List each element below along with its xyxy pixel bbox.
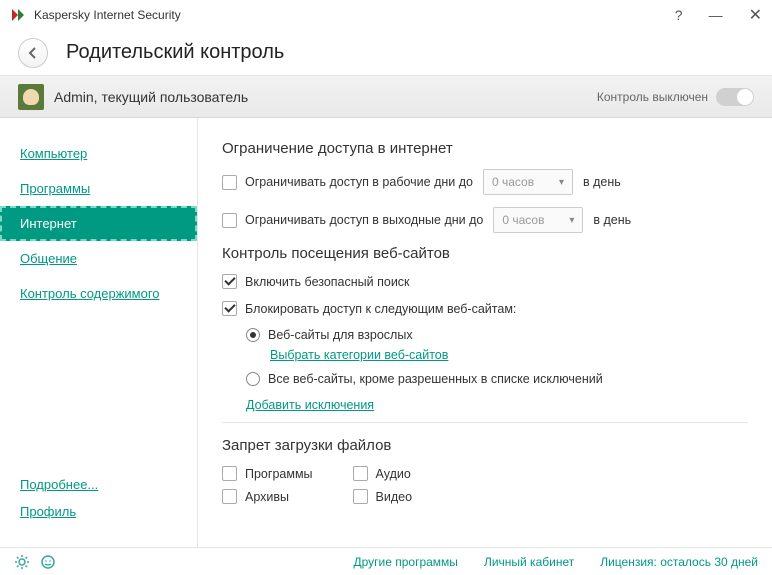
filetype-archives-label: Архивы <box>245 490 289 504</box>
checkbox-icon <box>222 466 237 481</box>
divider <box>222 422 748 423</box>
control-toggle[interactable] <box>716 88 754 106</box>
sidebar-item-programs[interactable]: Программы <box>0 171 197 206</box>
filetype-video-label: Видео <box>376 490 413 504</box>
filetype-programs-label: Программы <box>245 467 313 481</box>
section-title-file-block: Запрет загрузки файлов <box>222 437 748 454</box>
limit-weekend-label: Ограничивать доступ в выходные дни до <box>245 213 483 227</box>
workdays-hours-dropdown[interactable]: 0 часов ▾ <box>483 169 573 195</box>
sidebar: Компьютер Программы Интернет Общение Кон… <box>0 118 198 547</box>
section-title-web-control: Контроль посещения веб-сайтов <box>222 245 748 262</box>
adult-sites-radio[interactable]: Веб-сайты для взрослых <box>246 328 413 342</box>
user-bar: Admin, текущий пользователь Контроль вык… <box>0 76 772 118</box>
bottom-bar: Другие программы Личный кабинет Лицензия… <box>0 547 772 575</box>
chevron-down-icon: ▾ <box>559 177 564 188</box>
titlebar: Kaspersky Internet Security ? — ✕ <box>0 0 772 30</box>
sidebar-item-computer[interactable]: Компьютер <box>0 136 197 171</box>
filetype-audio-checkbox[interactable]: Аудио <box>353 466 411 481</box>
safe-search-label: Включить безопасный поиск <box>245 275 410 289</box>
page-header: Родительский контроль <box>0 30 772 76</box>
chevron-down-icon: ▾ <box>569 215 574 226</box>
filetype-archives-checkbox[interactable]: Архивы <box>222 489 289 504</box>
filetype-audio-label: Аудио <box>376 467 411 481</box>
radio-checked-icon <box>246 328 260 342</box>
support-icon[interactable] <box>40 554 56 570</box>
all-except-label: Все веб-сайты, кроме разрешенных в списк… <box>268 372 603 386</box>
block-access-label: Блокировать доступ к следующим веб-сайта… <box>245 302 516 316</box>
sidebar-more-link[interactable]: Подробнее... <box>0 467 197 502</box>
dropdown-value: 0 часов <box>502 213 544 227</box>
weekend-hours-dropdown[interactable]: 0 часов ▾ <box>493 207 583 233</box>
help-icon[interactable]: ? <box>675 7 683 23</box>
checkbox-icon <box>222 213 237 228</box>
section-title-internet-limit: Ограничение доступа в интернет <box>222 140 748 157</box>
minimize-icon[interactable]: — <box>709 7 723 23</box>
checkbox-icon <box>353 489 368 504</box>
block-access-checkbox[interactable]: Блокировать доступ к следующим веб-сайта… <box>222 301 516 316</box>
content-panel: Ограничение доступа в интернет Ограничив… <box>198 118 772 547</box>
close-icon[interactable]: ✕ <box>749 5 762 25</box>
per-day-label: в день <box>593 213 631 227</box>
window-controls: ? — ✕ <box>675 5 762 25</box>
checkbox-icon <box>222 175 237 190</box>
filetype-video-checkbox[interactable]: Видео <box>353 489 413 504</box>
limit-workdays-checkbox[interactable]: Ограничивать доступ в рабочие дни до <box>222 175 473 190</box>
add-exceptions-link[interactable]: Добавить исключения <box>246 398 374 412</box>
kaspersky-icon <box>10 7 26 23</box>
back-button[interactable] <box>18 38 48 68</box>
other-programs-link[interactable]: Другие программы <box>353 555 457 569</box>
radio-icon <box>246 372 260 386</box>
per-day-label: в день <box>583 175 621 189</box>
adult-sites-label: Веб-сайты для взрослых <box>268 328 413 342</box>
choose-categories-link[interactable]: Выбрать категории веб-сайтов <box>270 348 448 362</box>
page-title: Родительский контроль <box>66 41 284 64</box>
sidebar-item-communication[interactable]: Общение <box>0 241 197 276</box>
safe-search-checkbox[interactable]: Включить безопасный поиск <box>222 274 410 289</box>
arrow-left-icon <box>26 46 40 60</box>
dropdown-value: 0 часов <box>492 175 534 189</box>
app-title: Kaspersky Internet Security <box>34 8 675 22</box>
filetype-programs-checkbox[interactable]: Программы <box>222 466 313 481</box>
avatar <box>18 84 44 110</box>
license-link[interactable]: Лицензия: осталось 30 дней <box>600 555 758 569</box>
user-name: Admin, текущий пользователь <box>54 89 597 105</box>
checkbox-icon <box>222 489 237 504</box>
gear-icon[interactable] <box>14 554 30 570</box>
checkbox-checked-icon <box>222 301 237 316</box>
checkbox-checked-icon <box>222 274 237 289</box>
limit-workdays-label: Ограничивать доступ в рабочие дни до <box>245 175 473 189</box>
sidebar-profile-link[interactable]: Профиль <box>0 502 197 529</box>
control-status-label: Контроль выключен <box>597 90 708 104</box>
sidebar-item-content-control[interactable]: Контроль содержимого <box>0 276 197 311</box>
sidebar-item-internet[interactable]: Интернет <box>0 206 197 241</box>
personal-cabinet-link[interactable]: Личный кабинет <box>484 555 574 569</box>
checkbox-icon <box>353 466 368 481</box>
limit-weekend-checkbox[interactable]: Ограничивать доступ в выходные дни до <box>222 213 483 228</box>
all-except-radio[interactable]: Все веб-сайты, кроме разрешенных в списк… <box>246 372 603 386</box>
